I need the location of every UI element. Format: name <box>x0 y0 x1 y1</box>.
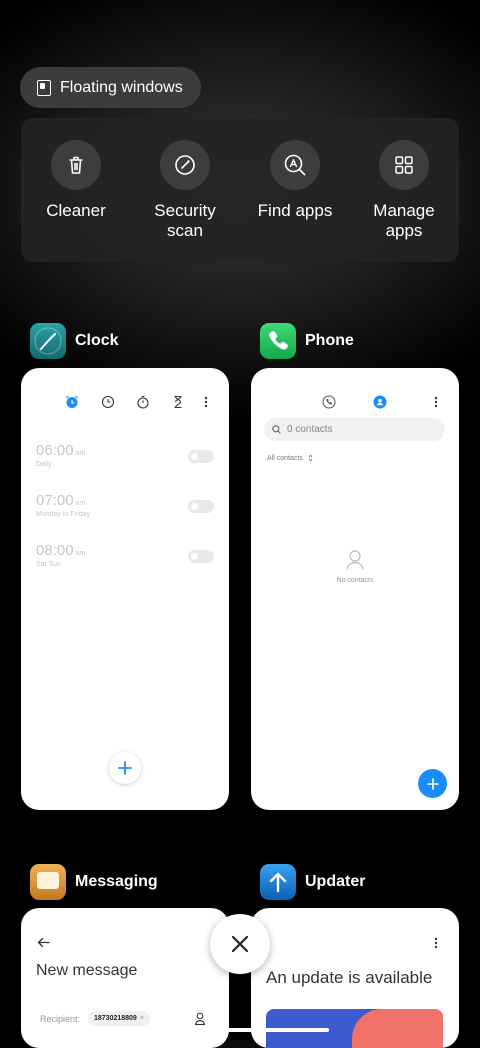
floating-window-icon <box>37 79 51 96</box>
updater-app-icon <box>260 864 296 900</box>
grid-icon <box>379 140 429 190</box>
messaging-app-card[interactable]: New message Recipient: 18730218809 × <box>21 908 229 1048</box>
update-available-title: An update is available <box>266 968 433 987</box>
navigation-handle[interactable] <box>151 1028 329 1032</box>
updater-app-header[interactable]: Updater <box>260 864 365 900</box>
updater-app-name: Updater <box>305 873 366 890</box>
filter-label: All contacts <box>267 454 303 462</box>
remove-recipient-icon[interactable]: × <box>140 1015 144 1022</box>
add-alarm-button[interactable] <box>109 752 141 784</box>
manage-apps-label: Manage apps <box>373 201 435 240</box>
contacts-search-field[interactable]: 0 contacts <box>264 418 445 441</box>
clear-all-button[interactable] <box>210 914 270 974</box>
manage-apps-button[interactable]: Manage apps <box>349 140 459 241</box>
alarm-ampm: am <box>75 500 86 507</box>
security-scan-label: Security scan <box>154 201 216 240</box>
phone-app-header[interactable]: Phone <box>260 323 354 359</box>
add-contact-button[interactable] <box>418 769 447 798</box>
timer-tab-icon[interactable] <box>171 395 185 409</box>
recipient-chip[interactable]: 18730218809 × <box>88 1011 150 1026</box>
contacts-filter-dropdown[interactable]: All contacts <box>267 454 313 462</box>
search-icon <box>272 425 281 434</box>
clock-app-card[interactable]: 06:00 am Daily 07:00 am Monday to Friday 0… <box>21 368 229 810</box>
recipient-value: 18730218809 <box>94 1015 137 1022</box>
alarm-repeat: Daily <box>36 461 52 468</box>
stopwatch-tab-icon[interactable] <box>136 395 150 409</box>
messaging-app-name: Messaging <box>75 873 158 890</box>
more-icon[interactable] <box>434 937 438 949</box>
more-icon[interactable] <box>204 396 208 408</box>
alarm-time: 06:00 <box>36 442 74 459</box>
alarm-toggle[interactable] <box>188 550 214 563</box>
sort-icon <box>308 454 313 462</box>
alarm-item[interactable]: 07:00 am Monday to Friday <box>36 492 90 518</box>
alarm-toggle[interactable] <box>188 500 214 513</box>
add-contact-icon[interactable] <box>194 1012 206 1026</box>
close-icon <box>231 935 249 953</box>
empty-contact-icon <box>346 550 364 570</box>
cleaner-button[interactable]: Cleaner <box>21 140 131 221</box>
floating-windows-label: Floating windows <box>60 78 183 96</box>
alarm-ampm: am <box>75 550 86 557</box>
plus-icon <box>118 761 132 775</box>
new-message-title: New message <box>36 962 138 979</box>
world-clock-tab-icon[interactable] <box>101 395 115 409</box>
clock-app-icon <box>30 323 66 359</box>
alarm-toggle[interactable] <box>188 450 214 463</box>
plus-icon <box>426 777 439 790</box>
contacts-tab-icon[interactable] <box>373 395 387 409</box>
find-apps-label: Find apps <box>257 201 333 220</box>
alarm-item[interactable]: 06:00 am Daily <box>36 442 85 468</box>
messaging-app-icon <box>30 864 66 900</box>
floating-windows-button[interactable]: Floating windows <box>20 67 201 108</box>
updater-app-card[interactable]: An update is available <box>251 908 459 1048</box>
trash-icon <box>51 140 101 190</box>
phone-app-card[interactable]: 0 contacts All contacts No contacts <box>251 368 459 810</box>
back-arrow-icon[interactable] <box>37 937 50 948</box>
alarm-ampm: am <box>75 450 86 457</box>
phone-app-icon <box>260 323 296 359</box>
phone-app-name: Phone <box>305 332 354 349</box>
alarm-time: 07:00 <box>36 492 74 509</box>
alarm-tab-icon[interactable] <box>65 395 79 409</box>
search-placeholder: 0 contacts <box>287 424 333 435</box>
recipient-label: Recipient: <box>40 1014 81 1024</box>
cleaner-label: Cleaner <box>46 201 106 220</box>
quick-tools-panel: Cleaner Security scan Find apps Manage a… <box>21 118 459 262</box>
security-scan-button[interactable]: Security scan <box>130 140 240 241</box>
security-scan-icon <box>160 140 210 190</box>
alarm-item[interactable]: 08:00 am Sat Sun <box>36 542 85 568</box>
clock-app-header[interactable]: Clock <box>30 323 119 359</box>
call-log-tab-icon[interactable] <box>322 395 336 409</box>
alarm-repeat: Monday to Friday <box>36 511 91 518</box>
messaging-app-header[interactable]: Messaging <box>30 864 158 900</box>
alarm-time: 08:00 <box>36 542 74 559</box>
alarm-repeat: Sat Sun <box>36 561 61 568</box>
clock-app-name: Clock <box>75 332 119 349</box>
more-icon[interactable] <box>434 396 438 408</box>
find-apps-button[interactable]: Find apps <box>240 140 350 221</box>
no-contacts-text: No contacts <box>336 577 374 584</box>
find-apps-icon <box>270 140 320 190</box>
